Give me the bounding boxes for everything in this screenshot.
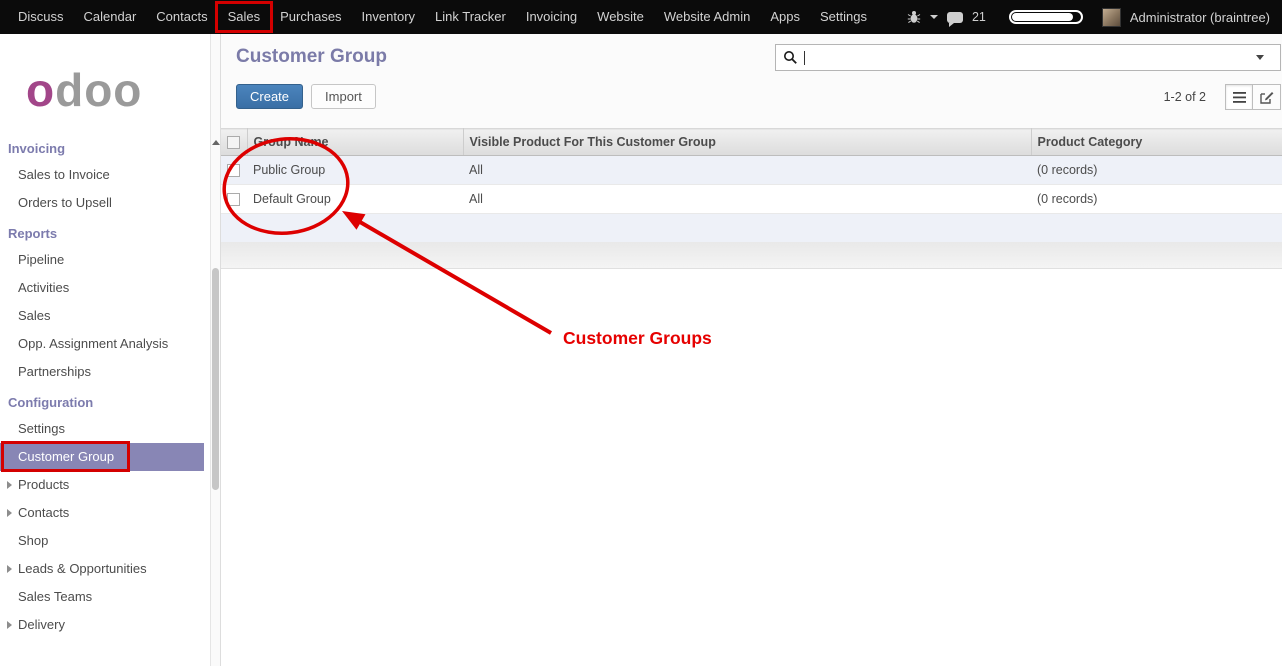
row-select-cell[interactable] — [221, 185, 247, 214]
table-row-public-group[interactable]: Public Group All (0 records) — [221, 156, 1282, 185]
table-row-default-group[interactable]: Default Group All (0 records) — [221, 185, 1282, 214]
select-all-checkbox[interactable] — [227, 136, 240, 149]
logo-rest: doo — [55, 64, 142, 116]
customer-group-table: Group Name Visible Product For This Cust… — [221, 128, 1282, 243]
form-view-icon — [1260, 90, 1274, 104]
form-view-button[interactable] — [1253, 84, 1281, 110]
sidebar-item-shop[interactable]: Shop — [0, 527, 204, 555]
row-checkbox[interactable] — [227, 193, 240, 206]
menu-website[interactable]: Website — [587, 0, 654, 34]
messages-count[interactable]: 21 — [972, 10, 986, 24]
menu-invoicing[interactable]: Invoicing — [516, 0, 587, 34]
menu-discuss[interactable]: Discuss — [8, 0, 74, 34]
expand-caret-icon — [7, 621, 12, 629]
search-bar[interactable] — [775, 44, 1281, 71]
row-checkbox[interactable] — [227, 164, 240, 177]
expand-caret-icon — [7, 565, 12, 573]
sidebar-item-orders-to-upsell[interactable]: Orders to Upsell — [0, 189, 204, 217]
menu-website-admin[interactable]: Website Admin — [654, 0, 760, 34]
cell-product-category[interactable]: (0 records) — [1031, 185, 1282, 214]
sidebar-item-pipeline[interactable]: Pipeline — [0, 246, 204, 274]
sidebar: odoo Invoicing Sales to Invoice Orders t… — [0, 34, 220, 666]
cell-group-name[interactable]: Public Group — [247, 156, 463, 185]
sidebar-item-customer-group-label: Customer Group — [18, 449, 114, 464]
section-configuration: Configuration — [0, 386, 220, 415]
sidebar-scrollbar[interactable] — [210, 34, 220, 666]
sidebar-item-delivery-label: Delivery — [18, 617, 65, 632]
sidebar-item-delivery[interactable]: Delivery — [0, 611, 204, 639]
control-panel: Customer Group Create Import 1-2 of 2 — [221, 34, 1282, 128]
sidebar-item-sales-teams[interactable]: Sales Teams — [0, 583, 204, 611]
cell-product-category[interactable]: (0 records) — [1031, 156, 1282, 185]
import-button[interactable]: Import — [311, 84, 376, 109]
menu-link-tracker[interactable]: Link Tracker — [425, 0, 516, 34]
sidebar-item-partnerships[interactable]: Partnerships — [0, 358, 204, 386]
create-button[interactable]: Create — [236, 84, 303, 109]
main-content: Customer Group Create Import 1-2 of 2 — [220, 34, 1282, 666]
sidebar-item-products[interactable]: Products — [0, 471, 204, 499]
topbar: Discuss Calendar Contacts Sales Purchase… — [0, 0, 1282, 34]
cell-visible-product[interactable]: All — [463, 156, 1031, 185]
sidebar-item-settings[interactable]: Settings — [0, 415, 204, 443]
sidebar-item-sales[interactable]: Sales — [0, 302, 204, 330]
view-switcher — [1225, 84, 1281, 110]
odoo-logo: odoo — [26, 54, 220, 126]
col-header-visible-product[interactable]: Visible Product For This Customer Group — [463, 129, 1031, 156]
scrollbar-thumb[interactable] — [212, 268, 219, 490]
search-input[interactable] — [809, 45, 1256, 70]
timer-widget[interactable] — [1009, 10, 1083, 24]
search-dropdown-caret-icon[interactable] — [1256, 55, 1264, 60]
sidebar-item-leads-opportunities-label: Leads & Opportunities — [18, 561, 147, 576]
cell-visible-product[interactable]: All — [463, 185, 1031, 214]
messages-icon[interactable] — [947, 12, 963, 23]
text-cursor — [804, 51, 805, 65]
sidebar-item-activities[interactable]: Activities — [0, 274, 204, 302]
sidebar-item-customer-group[interactable]: Customer Group — [0, 443, 204, 471]
search-icon[interactable] — [783, 50, 798, 65]
table-row-empty — [221, 214, 1282, 243]
col-header-product-category[interactable]: Product Category — [1031, 129, 1282, 156]
menu-settings[interactable]: Settings — [810, 0, 877, 34]
menu-sales[interactable]: Sales — [218, 0, 271, 34]
menu-purchases[interactable]: Purchases — [270, 0, 351, 34]
table-footer-strip — [221, 243, 1282, 269]
topbar-right: 21 Administrator (braintree) — [907, 8, 1282, 27]
list-view-icon — [1233, 92, 1246, 103]
bug-icon[interactable] — [907, 10, 921, 24]
cell-group-name[interactable]: Default Group — [247, 185, 463, 214]
sidebar-item-contacts[interactable]: Contacts — [0, 499, 204, 527]
list-view-button[interactable] — [1225, 84, 1253, 110]
table-header-row: Group Name Visible Product For This Cust… — [221, 129, 1282, 156]
pager[interactable]: 1-2 of 2 — [1164, 90, 1206, 104]
sidebar-item-opp-assignment-analysis[interactable]: Opp. Assignment Analysis — [0, 330, 204, 358]
user-menu[interactable]: Administrator (braintree) — [1130, 10, 1270, 25]
row-select-cell[interactable] — [221, 156, 247, 185]
user-avatar[interactable] — [1102, 8, 1121, 27]
menu-contacts[interactable]: Contacts — [146, 0, 217, 34]
expand-caret-icon — [7, 509, 12, 517]
sidebar-item-products-label: Products — [18, 477, 69, 492]
page-title: Customer Group — [236, 46, 387, 68]
debug-dropdown-caret-icon[interactable] — [930, 15, 938, 19]
section-reports: Reports — [0, 217, 220, 246]
menu-inventory[interactable]: Inventory — [352, 0, 425, 34]
action-buttons: Create Import — [236, 84, 376, 109]
top-menu: Discuss Calendar Contacts Sales Purchase… — [0, 0, 877, 34]
scroll-up-arrow-icon[interactable] — [212, 140, 220, 145]
menu-apps[interactable]: Apps — [760, 0, 810, 34]
sidebar-item-contacts-label: Contacts — [18, 505, 69, 520]
menu-sales-label: Sales — [228, 9, 261, 24]
sidebar-item-sales-to-invoice[interactable]: Sales to Invoice — [0, 161, 204, 189]
sidebar-item-leads-opportunities[interactable]: Leads & Opportunities — [0, 555, 204, 583]
col-header-group-name[interactable]: Group Name — [247, 129, 463, 156]
timer-fill — [1012, 13, 1073, 21]
select-all-header[interactable] — [221, 129, 247, 156]
expand-caret-icon — [7, 481, 12, 489]
section-invoicing: Invoicing — [0, 132, 220, 161]
logo-first-letter: o — [26, 64, 55, 116]
menu-calendar[interactable]: Calendar — [74, 0, 147, 34]
